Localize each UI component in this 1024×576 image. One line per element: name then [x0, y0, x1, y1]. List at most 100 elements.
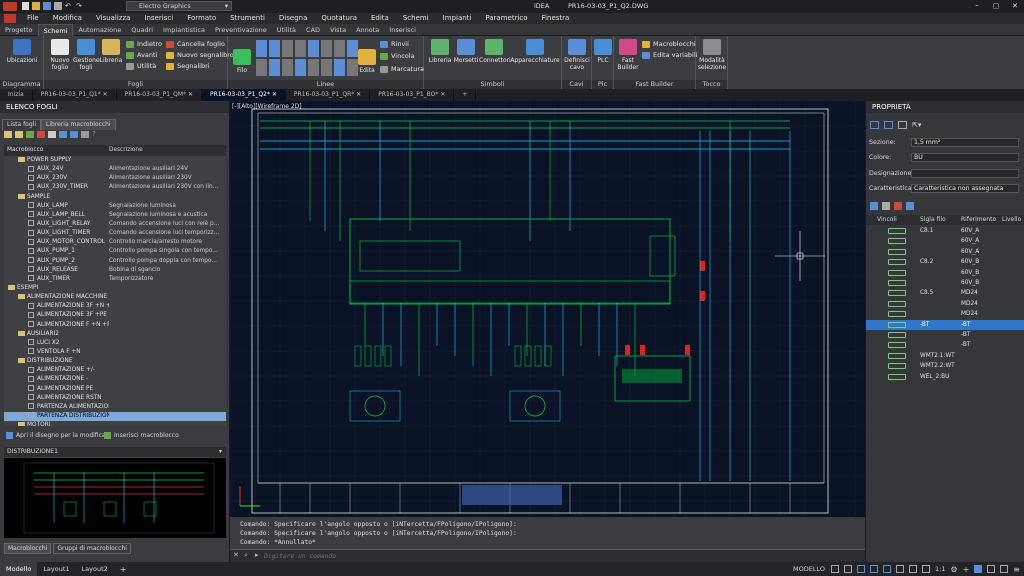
col-vincoli[interactable]: Vincoli — [877, 215, 897, 225]
document-tab[interactable]: PR16-03-03_P1_BO* ✕ — [370, 89, 455, 101]
tab-gruppi-macroblocchi[interactable]: Gruppi di macroblocchi — [53, 543, 131, 554]
tree-item[interactable]: ALIMENTAZIONE 3F +PE — [4, 311, 226, 320]
new-tab-button[interactable]: + — [454, 89, 477, 101]
constraint-row[interactable]: C8.1 60V_A — [866, 226, 1024, 236]
menu-item[interactable]: Parametrico — [478, 13, 534, 24]
close-tab-icon[interactable]: ✕ — [438, 91, 445, 98]
tree-item[interactable]: AUX_LIGHT_RELAY Comando accensione luci c… — [4, 220, 226, 229]
layout-tab[interactable]: Layout1 — [37, 562, 75, 576]
tree-icon[interactable] — [870, 202, 878, 210]
tree-item[interactable]: AUX_LIGHT_TIMER Comando accensione luci t… — [4, 229, 226, 238]
folder-new-icon[interactable] — [4, 131, 12, 138]
constraint-row[interactable]: -BT — [866, 340, 1024, 350]
line-tool-icon[interactable] — [295, 40, 306, 57]
plus-icon[interactable]: + — [963, 565, 970, 574]
osnap-icon[interactable] — [882, 565, 891, 573]
edita-linee-button[interactable]: Edita — [356, 39, 378, 74]
insert-macroblock-link[interactable]: Inserisci macroblocco — [104, 432, 179, 439]
layout-tab[interactable]: Modello — [0, 562, 38, 576]
document-tab[interactable]: PR16-03-03_P1_Q2* ✕ — [201, 89, 286, 101]
isolate-icon[interactable] — [974, 565, 983, 573]
ubicazioni-button[interactable]: Ubicazioni — [4, 39, 40, 64]
close-tab-icon[interactable]: ✕ — [354, 91, 361, 98]
caratteristica-select[interactable]: Caratteristica non assegnata — [911, 184, 1019, 193]
constraint-row[interactable]: 60V_A — [866, 236, 1024, 246]
folder-open-icon[interactable] — [15, 131, 23, 138]
edit-icon[interactable] — [59, 131, 67, 138]
ortho-icon[interactable] — [856, 565, 865, 573]
filo-button[interactable]: Filo — [232, 39, 252, 74]
col-descrizione[interactable]: Descrizione — [109, 145, 226, 156]
schematic-drawing[interactable] — [230, 101, 865, 516]
add-icon[interactable] — [26, 131, 34, 138]
save-icon[interactable] — [43, 2, 51, 10]
help-icon[interactable]: ? — [92, 131, 100, 138]
constraint-row[interactable]: WMT2.1:WT — [866, 351, 1024, 361]
print-icon[interactable] — [54, 2, 62, 10]
menu-item[interactable]: Schemi — [396, 13, 436, 24]
document-tab[interactable]: PR16-03-03_P1_QM* ✕ — [117, 89, 202, 101]
layout-tab[interactable]: Layout2 — [76, 562, 114, 576]
document-tab[interactable]: PR16-03-03_P1_Q1* ✕ — [33, 89, 117, 101]
line-tool-icon[interactable] — [269, 40, 280, 57]
ribbon-tab[interactable]: Automazione — [73, 24, 126, 36]
ribbon-tab[interactable]: Utilità — [272, 24, 301, 36]
ribbon-tab[interactable]: Impiantistica — [158, 24, 210, 36]
lineweight-icon[interactable] — [895, 565, 904, 573]
constraint-row[interactable]: C8.5 MD24 — [866, 288, 1024, 298]
close-button[interactable]: ✕ — [1006, 0, 1024, 13]
tree-item[interactable]: AUX_MOTOR_CONTROL Controllo marcia/arrest… — [4, 238, 226, 247]
tree-item[interactable]: ALIMENTAZIONE - — [4, 375, 226, 384]
rinvii-button[interactable]: Rinvii — [380, 39, 409, 49]
close-icon[interactable]: ✕ — [233, 551, 239, 559]
line-tool-icon[interactable] — [269, 59, 280, 76]
menu-app-icon[interactable] — [4, 14, 16, 23]
tree-item[interactable]: AUX_24V Alimentazione ausiliari 24V — [4, 165, 226, 174]
macroblocchi-button[interactable]: Macroblocchi — [642, 39, 696, 49]
col-macroblocco[interactable]: Macroblocco — [4, 145, 109, 156]
constraint-row[interactable]: -BT -BT — [866, 319, 1024, 330]
tree-item[interactable]: AUX_RELEASE Bobina di sgancio — [4, 266, 226, 275]
gestione-fogli-button[interactable]: Gestione fogli — [73, 39, 100, 71]
tree-item[interactable]: PARTENZA DISTRIBUZIONE — [4, 411, 226, 422]
drawing-canvas[interactable]: [-][Alto][Wireframe 2D] — [230, 101, 865, 516]
menu-item[interactable]: Modifica — [46, 13, 89, 24]
document-tab[interactable]: PR16-03-03_P1_QR* ✕ — [286, 89, 371, 101]
open-icon[interactable] — [32, 2, 40, 10]
line-tool-icon[interactable] — [256, 59, 267, 76]
menu-item[interactable]: Finestra — [535, 13, 577, 24]
snap-icon[interactable] — [843, 565, 852, 573]
vincola-button[interactable]: Vincola — [380, 51, 415, 61]
line-tool-icon[interactable] — [282, 40, 293, 57]
marcatura-button[interactable]: Marcatura — [380, 64, 424, 74]
list-icon[interactable] — [906, 202, 914, 210]
constraint-row[interactable]: MD24 — [866, 309, 1024, 319]
tree-folder[interactable]: SAMPLE — [4, 193, 226, 202]
refresh-icon[interactable] — [81, 131, 89, 138]
indietro-button[interactable]: Indietro — [126, 39, 162, 49]
line-tool-icon[interactable] — [308, 40, 319, 57]
app-logo-icon[interactable] — [3, 2, 17, 11]
ribbon-tab[interactable]: Schemi — [37, 23, 74, 36]
modalita-selezione-button[interactable]: Modalità selezione — [697, 39, 727, 71]
menu-item[interactable]: Strumenti — [223, 13, 272, 24]
ribbon-tab[interactable]: Preventivazione — [210, 24, 272, 36]
menu-item[interactable]: Inserisci — [137, 13, 180, 24]
menu-item[interactable]: Impianti — [436, 13, 479, 24]
col-sigla-filo[interactable]: Sigla filo — [920, 215, 946, 225]
polar-icon[interactable] — [869, 565, 878, 573]
constraint-row[interactable]: WMT2.2:WT — [866, 361, 1024, 371]
tree-folder[interactable]: DISTRIBUZIONE — [4, 357, 226, 366]
add-layout-icon[interactable]: + — [114, 565, 133, 574]
fast-builder-button[interactable]: Fast Builder — [616, 39, 640, 71]
wire-select-icon[interactable] — [870, 121, 879, 129]
search-icon[interactable]: ⌕ — [244, 551, 248, 560]
tree-folder[interactable]: AUSILIARI2 — [4, 330, 226, 339]
colore-select[interactable]: BU — [911, 153, 1019, 162]
ribbon-tab[interactable]: Progetto — [0, 24, 38, 36]
tree-item[interactable]: LUCI X2 — [4, 339, 226, 348]
transparency-icon[interactable] — [908, 565, 917, 573]
menu-item[interactable]: File — [20, 13, 46, 24]
tree-item[interactable]: ALIMENTAZIONE PE — [4, 385, 226, 394]
selection-cycle-icon[interactable] — [921, 565, 930, 573]
